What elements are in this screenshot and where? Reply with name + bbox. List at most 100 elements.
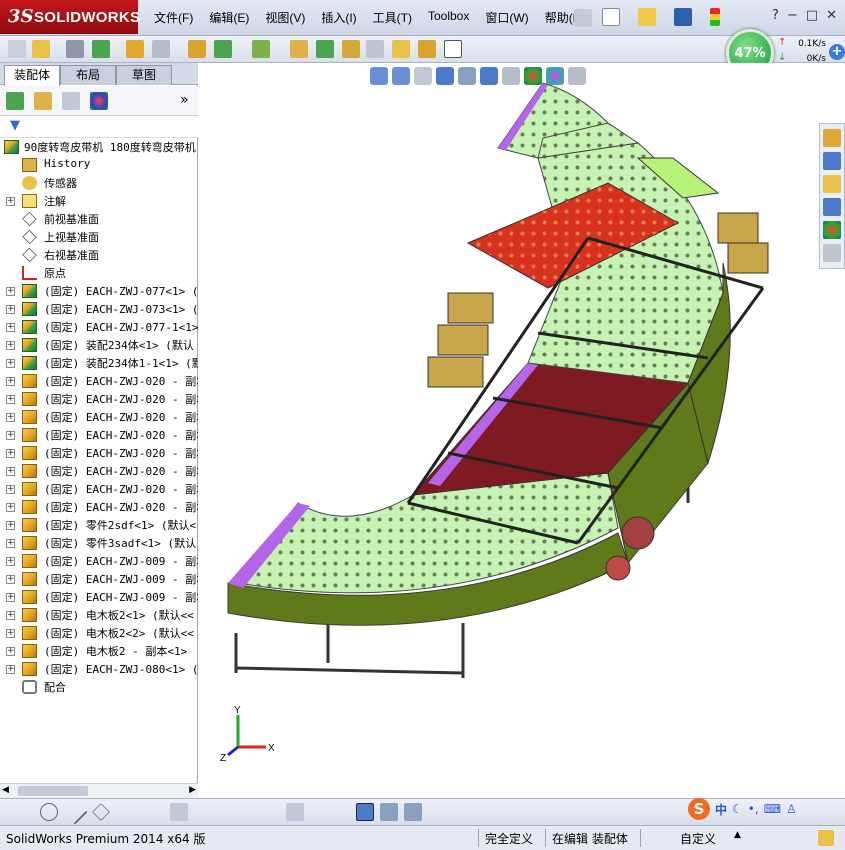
filter-icon[interactable]: ▼ <box>10 118 20 133</box>
expand-toggle-icon[interactable]: + <box>6 647 15 656</box>
open-file-icon[interactable] <box>638 8 656 26</box>
menu-view[interactable]: 视图(V) <box>257 9 313 26</box>
rebuild-light-icon[interactable] <box>710 8 720 26</box>
expand-toggle-icon[interactable]: + <box>6 665 15 674</box>
tree-item[interactable]: 原点 <box>0 264 198 282</box>
expand-toggle-icon[interactable]: + <box>6 413 15 422</box>
tree-item[interactable]: + (固定) 零件2sdf<1> (默认< <box>0 516 198 534</box>
tab-layout[interactable]: 布局 <box>60 65 116 85</box>
tree-item[interactable]: + (固定) EACH-ZWJ-009 - 副本 <box>0 552 198 570</box>
trim-tool-icon[interactable] <box>170 803 188 821</box>
tree-item[interactable]: + (固定) EACH-ZWJ-020 - 副本 <box>0 480 198 498</box>
expand-toggle-icon[interactable]: + <box>6 449 15 458</box>
tree-item[interactable]: + 注解 <box>0 192 198 210</box>
component-pattern-icon[interactable] <box>126 40 144 58</box>
tree-item[interactable]: + (固定) EACH-ZWJ-077<1> (默 <box>0 282 198 300</box>
tag-icon[interactable] <box>818 830 834 846</box>
tree-item[interactable]: + (固定) EACH-ZWJ-080<1> (默 <box>0 660 198 678</box>
tree-item[interactable]: 右视基准面 <box>0 246 198 264</box>
moon-icon[interactable]: ☾ <box>732 802 743 816</box>
expand-toggle-icon[interactable]: + <box>6 593 15 602</box>
expand-toggle-icon[interactable]: + <box>6 521 15 530</box>
expand-toggle-icon[interactable]: + <box>6 305 15 314</box>
configuration-manager-icon[interactable] <box>62 92 80 110</box>
tree-item[interactable]: + (固定) EACH-ZWJ-020 - 副本 <box>0 498 198 516</box>
custom-properties-icon[interactable] <box>823 244 841 262</box>
interference-detection-icon[interactable] <box>392 40 410 58</box>
display-manager-icon[interactable] <box>90 92 108 110</box>
sogou-logo[interactable]: S <box>688 798 710 820</box>
ime-mode[interactable]: 中 <box>715 801 727 818</box>
tree-item[interactable]: + (固定) EACH-ZWJ-020 - 副本 <box>0 408 198 426</box>
tab-sketch[interactable]: 草图 <box>116 65 172 85</box>
tree-item[interactable]: 配合 <box>0 678 198 696</box>
expand-toggle-icon[interactable]: + <box>6 377 15 386</box>
shaded-view-icon[interactable] <box>356 803 374 821</box>
tree-item[interactable]: + (固定) EACH-ZWJ-020 - 副本 <box>0 426 198 444</box>
tree-item[interactable]: 传感器 <box>0 174 198 192</box>
tree-item[interactable]: 上视基准面 <box>0 228 198 246</box>
insert-component-icon[interactable] <box>32 40 50 58</box>
dimension-tool-icon[interactable] <box>286 803 304 821</box>
expand-toggle-icon[interactable]: + <box>6 467 15 476</box>
units-up-arrow-icon[interactable]: ▲ <box>734 830 741 840</box>
scroll-left-icon[interactable]: ◀ <box>2 785 9 795</box>
graphics-area[interactable]: Y X Z <box>198 63 845 798</box>
reference-geometry-icon[interactable] <box>252 40 270 58</box>
expand-toggle-icon[interactable]: + <box>6 359 15 368</box>
expand-toggle-icon[interactable]: + <box>6 503 15 512</box>
restore-button[interactable]: □ <box>806 8 818 23</box>
grid-icon[interactable] <box>404 803 422 821</box>
tree-item[interactable]: + (固定) 电木板2<2> (默认<< <box>0 624 198 642</box>
new-motion-study-icon[interactable] <box>290 40 308 58</box>
file-explorer-icon[interactable] <box>823 175 841 193</box>
expand-toggle-icon[interactable]: + <box>6 611 15 620</box>
polygon-tool-icon[interactable] <box>92 803 110 821</box>
bill-of-materials-icon[interactable] <box>316 40 334 58</box>
tree-item[interactable]: + (固定) 电木板2 - 副本<1> <box>0 642 198 660</box>
expand-toggle-icon[interactable]: + <box>6 629 15 638</box>
menu-file[interactable]: 文件(F) <box>146 9 201 26</box>
gauge-plus-button[interactable]: + <box>829 44 845 60</box>
help-button[interactable]: ? <box>772 8 779 23</box>
user-icon[interactable]: ♙ <box>786 802 797 816</box>
conveyor-model[interactable] <box>198 63 845 798</box>
view-palette-icon[interactable] <box>823 198 841 216</box>
instant3d-icon[interactable] <box>444 40 462 58</box>
close-button[interactable]: ✕ <box>826 8 837 23</box>
menu-insert[interactable]: 插入(I) <box>313 9 364 26</box>
tree-item[interactable]: History <box>0 156 198 174</box>
tree-item[interactable]: + (固定) EACH-ZWJ-009 - 副本 <box>0 588 198 606</box>
expand-toggle-icon[interactable]: + <box>6 395 15 404</box>
paperclip-icon[interactable] <box>66 40 84 58</box>
line-tool-icon[interactable] <box>62 799 88 825</box>
assembly-icon[interactable] <box>8 40 26 58</box>
tree-item[interactable]: 前视基准面 <box>0 210 198 228</box>
clearance-icon[interactable] <box>418 40 436 58</box>
tree-item[interactable]: + (固定) EACH-ZWJ-077-1<1> <box>0 318 198 336</box>
expand-panel-icon[interactable]: » <box>180 92 189 108</box>
scroll-right-icon[interactable]: ▶ <box>189 785 196 795</box>
pin-icon[interactable] <box>574 9 592 27</box>
exploded-view-icon[interactable] <box>342 40 360 58</box>
design-library-icon[interactable] <box>823 152 841 170</box>
property-manager-icon[interactable] <box>34 92 52 110</box>
save-icon[interactable] <box>674 8 692 26</box>
new-document-icon[interactable] <box>602 8 620 26</box>
tree-item[interactable]: + (固定) EACH-ZWJ-020 - 副本 <box>0 372 198 390</box>
tree-item[interactable]: + (固定) 电木板2<1> (默认<< <box>0 606 198 624</box>
appearances-icon[interactable] <box>823 221 841 239</box>
expand-toggle-icon[interactable]: + <box>6 431 15 440</box>
menu-edit[interactable]: 编辑(E) <box>201 9 257 26</box>
expand-toggle-icon[interactable]: + <box>6 539 15 548</box>
punctuation-icon[interactable]: •, <box>748 802 759 816</box>
standard-views-icon[interactable] <box>380 803 398 821</box>
keyboard-icon[interactable]: ⌨ <box>764 802 781 816</box>
tree-item[interactable]: + (固定) EACH-ZWJ-020 - 副本 <box>0 462 198 480</box>
expand-toggle-icon[interactable]: + <box>6 287 15 296</box>
circle-tool-icon[interactable] <box>40 803 58 821</box>
menu-toolbox[interactable]: Toolbox <box>420 9 477 26</box>
expand-toggle-icon[interactable]: + <box>6 197 15 206</box>
tree-item[interactable]: + (固定) 装配234体<1> (默认 <box>0 336 198 354</box>
tree-item[interactable]: + (固定) EACH-ZWJ-009 - 副本 <box>0 570 198 588</box>
